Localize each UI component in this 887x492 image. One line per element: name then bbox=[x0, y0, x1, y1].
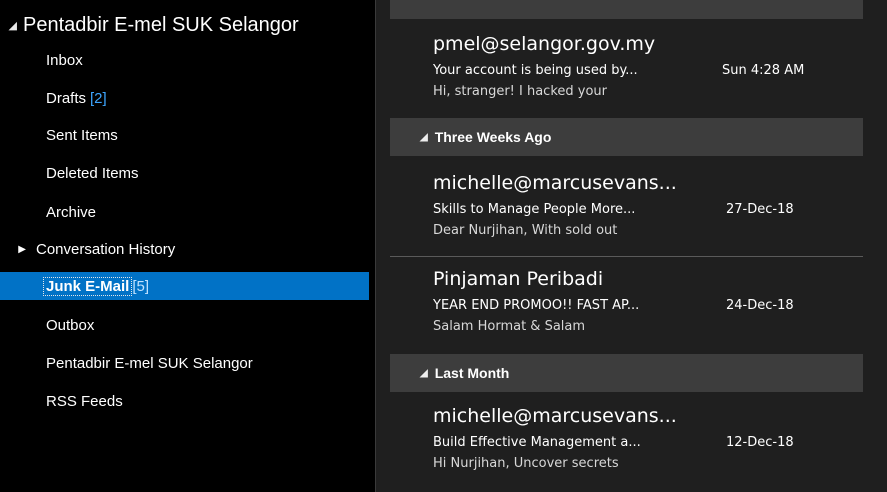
account-name: Pentadbir E-mel SUK Selangor bbox=[23, 13, 299, 36]
folder-label: Inbox bbox=[46, 51, 83, 69]
message-item[interactable]: pmel@selangor.gov.my Your account is bei… bbox=[390, 33, 863, 113]
folder-label: Outbox bbox=[46, 316, 95, 334]
message-subject: YEAR END PROMOO!! FAST AP... bbox=[433, 298, 640, 313]
message-date: 27-Dec-18 bbox=[726, 202, 794, 217]
folder-outbox[interactable]: Outbox bbox=[0, 311, 369, 339]
message-preview: Salam Hormat & Salam bbox=[433, 319, 586, 334]
folder-drafts[interactable]: Drafts [2] bbox=[0, 84, 369, 112]
collapse-triangle-icon[interactable]: ◢ bbox=[0, 19, 17, 32]
message-subject: Your account is being used by... bbox=[433, 63, 638, 78]
folder-label: Archive bbox=[46, 203, 97, 221]
message-preview: Hi, stranger! I hacked your bbox=[433, 84, 608, 99]
message-preview: Hi Nurjihan, Uncover secrets bbox=[433, 456, 619, 471]
folder-rss-feeds[interactable]: RSS Feeds bbox=[0, 387, 369, 415]
group-label: Last Month bbox=[434, 365, 510, 381]
group-label: Three Weeks Ago bbox=[434, 129, 552, 145]
unread-count: [2] bbox=[90, 89, 107, 107]
folder-label: Junk E-Mail bbox=[42, 276, 133, 296]
message-preview: Dear Nurjihan, With sold out bbox=[433, 223, 618, 238]
folder-inbox[interactable]: Inbox bbox=[0, 46, 369, 74]
message-date: 12-Dec-18 bbox=[726, 435, 794, 450]
folder-sent-items[interactable]: Sent Items bbox=[0, 121, 369, 149]
unread-count: [5] bbox=[132, 277, 150, 295]
message-sender: michelle@marcusevans... bbox=[433, 405, 677, 427]
folder-label: Deleted Items bbox=[46, 164, 139, 182]
message-divider bbox=[390, 256, 863, 257]
folder-archive[interactable]: Archive bbox=[0, 198, 369, 226]
message-subject: Skills to Manage People More... bbox=[433, 202, 636, 217]
message-date: Sun 4:28 AM bbox=[722, 63, 805, 78]
message-list: pmel@selangor.gov.my Your account is bei… bbox=[376, 0, 887, 492]
folder-deleted-items[interactable]: Deleted Items bbox=[0, 159, 369, 187]
group-header-three-weeks-ago[interactable]: ◢ Three Weeks Ago bbox=[390, 118, 863, 156]
message-sender: Pinjaman Peribadi bbox=[433, 268, 604, 290]
collapse-triangle-icon[interactable]: ◢ bbox=[420, 132, 428, 143]
message-sender: pmel@selangor.gov.my bbox=[433, 33, 656, 55]
folder-label: Drafts bbox=[46, 89, 87, 107]
folder-label: Conversation History bbox=[36, 240, 176, 258]
account-node[interactable]: ◢ Pentadbir E-mel SUK Selangor bbox=[0, 11, 299, 39]
message-sender: michelle@marcusevans... bbox=[433, 172, 677, 194]
folder-pentadbir[interactable]: Pentadbir E-mel SUK Selangor bbox=[0, 349, 369, 377]
collapse-triangle-icon[interactable]: ◢ bbox=[420, 368, 428, 379]
message-item[interactable]: michelle@marcusevans... Skills to Manage… bbox=[390, 172, 863, 252]
folder-label: Sent Items bbox=[46, 126, 118, 144]
folder-junk-email[interactable]: Junk E-Mail [5] bbox=[0, 272, 369, 300]
folder-label: Pentadbir E-mel SUK Selangor bbox=[46, 354, 253, 372]
expand-triangle-icon[interactable]: ▶ bbox=[0, 244, 36, 255]
message-item[interactable]: michelle@marcusevans... Build Effective … bbox=[390, 405, 863, 485]
message-subject: Build Effective Management a... bbox=[433, 435, 641, 450]
group-header-last-month[interactable]: ◢ Last Month bbox=[390, 354, 863, 392]
folder-conversation-history[interactable]: ▶ Conversation History bbox=[0, 235, 369, 263]
folder-pane: ◢ Pentadbir E-mel SUK Selangor Inbox Dra… bbox=[0, 0, 376, 492]
message-date: 24-Dec-18 bbox=[726, 298, 794, 313]
folder-label: RSS Feeds bbox=[46, 392, 123, 410]
message-item[interactable]: Pinjaman Peribadi YEAR END PROMOO!! FAST… bbox=[390, 268, 863, 348]
group-header-partial bbox=[390, 0, 863, 19]
